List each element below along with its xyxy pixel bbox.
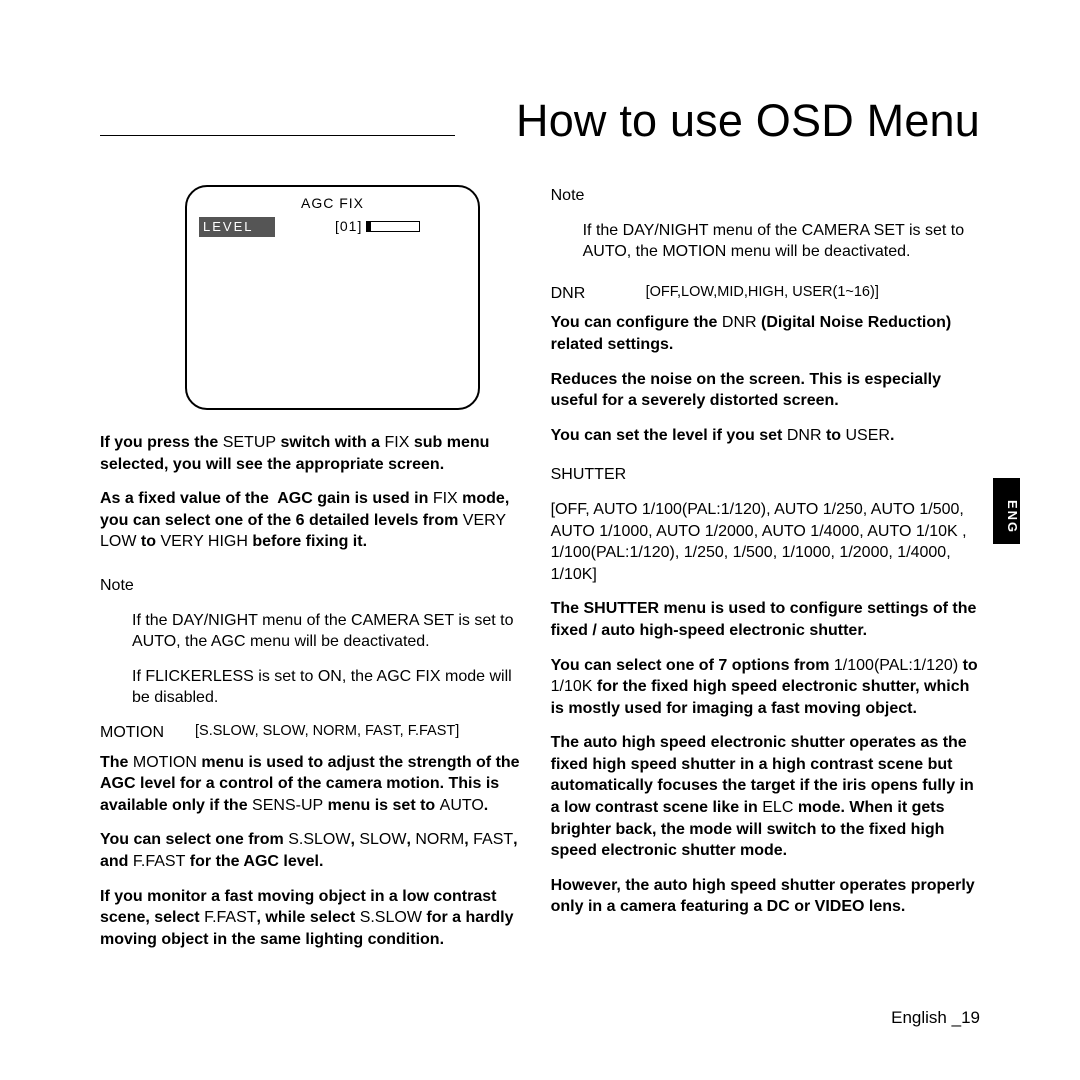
content-columns: AGC FIX LEVEL [01] If you press the SETU… — [100, 185, 992, 963]
left-p3: The MOTION menu is used to adjust the st… — [100, 752, 533, 817]
left-p5: If you monitor a fast moving object in a… — [100, 886, 533, 951]
page-title: How to use OSD Menu — [516, 95, 980, 147]
language-tab: ENG — [993, 478, 1020, 544]
left-column: AGC FIX LEVEL [01] If you press the SETU… — [100, 185, 533, 963]
right-column: Note If the DAY/NIGHT menu of the CAMERA… — [551, 185, 984, 963]
shutter-opts: [OFF, AUTO 1/100(PAL:1/120), AUTO 1/250,… — [551, 499, 984, 585]
osd-screen: AGC FIX LEVEL [01] — [185, 185, 480, 410]
right-p1: You can configure the DNR (Digital Noise… — [551, 312, 984, 355]
right-note1: If the DAY/NIGHT menu of the CAMERA SET … — [583, 220, 984, 263]
osd-level-slider — [366, 221, 420, 232]
dnr-opts: [OFF,LOW,MID,HIGH, USER(1~16)] — [646, 283, 879, 305]
right-p3: You can set the level if you set DNR to … — [551, 425, 984, 447]
motion-option-row: MOTION [S.SLOW, SLOW, NORM, FAST, F.FAST… — [100, 722, 533, 744]
osd-level-value: [01] — [335, 217, 362, 236]
left-note-label: Note — [100, 575, 533, 597]
left-p2: As a fixed value of the AGC gain is used… — [100, 488, 533, 553]
dnr-option-row: DNR [OFF,LOW,MID,HIGH, USER(1~16)] — [551, 283, 984, 305]
header-rule — [100, 135, 455, 136]
right-p5: You can select one of 7 options from 1/1… — [551, 655, 984, 720]
page-footer: English _19 — [891, 1008, 980, 1028]
shutter-label: SHUTTER — [551, 464, 984, 486]
right-p7: However, the auto high speed shutter ope… — [551, 875, 984, 918]
left-p4: You can select one from S.SLOW, SLOW, NO… — [100, 829, 533, 872]
left-p1: If you press the SETUP switch with a FIX… — [100, 432, 533, 475]
right-note-label: Note — [551, 185, 984, 207]
right-p4: The SHUTTER menu is used to configure se… — [551, 598, 984, 641]
osd-title: AGC FIX — [199, 194, 466, 213]
footer-page: _19 — [952, 1008, 980, 1027]
footer-language: English — [891, 1008, 947, 1027]
left-note2: If FLICKERLESS is set to ON, the AGC FIX… — [132, 666, 533, 709]
right-p6: The auto high speed electronic shutter o… — [551, 732, 984, 862]
osd-level-label: LEVEL — [199, 217, 275, 237]
left-note1: If the DAY/NIGHT menu of the CAMERA SET … — [132, 610, 533, 653]
osd-row-level: LEVEL [01] — [199, 217, 466, 237]
dnr-label: DNR — [551, 283, 646, 305]
motion-label: MOTION — [100, 722, 195, 744]
right-p2: Reduces the noise on the screen. This is… — [551, 369, 984, 412]
motion-opts: [S.SLOW, SLOW, NORM, FAST, F.FAST] — [195, 722, 459, 744]
